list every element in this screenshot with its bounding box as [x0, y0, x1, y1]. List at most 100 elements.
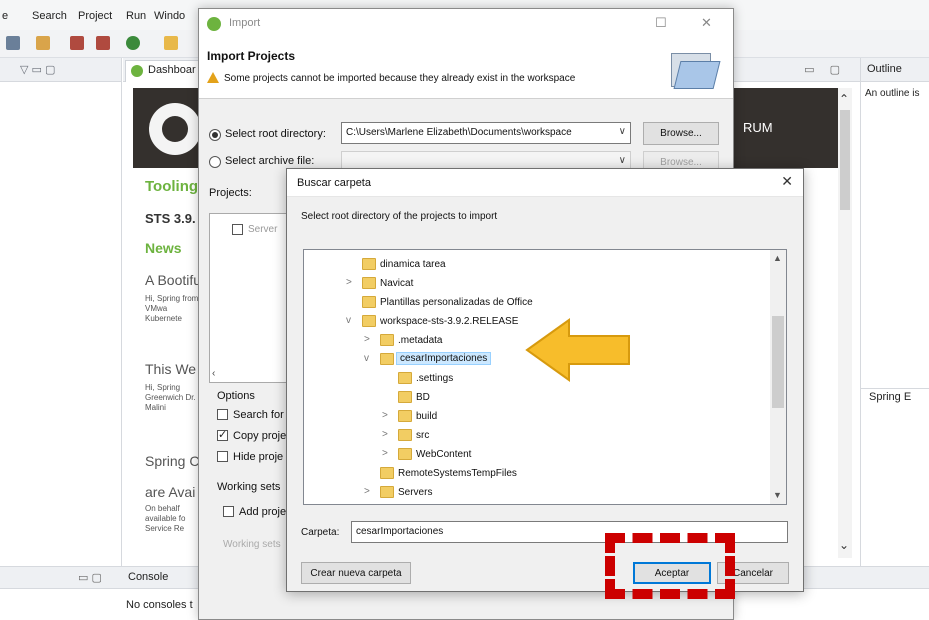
panel-controls[interactable]: ▭ ▢: [78, 571, 102, 584]
chevron-right-icon[interactable]: >: [346, 277, 356, 288]
search-nested-label: Search for: [233, 409, 284, 421]
tree-item-label: BD: [416, 392, 430, 403]
highlight-arrow-icon: [525, 318, 630, 382]
projects-label: Projects:: [209, 187, 252, 199]
menu-item-run[interactable]: Run: [126, 10, 146, 22]
tree-item-bd[interactable]: BD: [304, 389, 770, 407]
tree-item-dinamica-tarea[interactable]: dinamica tarea: [304, 256, 770, 274]
folder-icon: [398, 372, 412, 384]
news-heading: News: [145, 240, 182, 256]
chevron-right-icon[interactable]: >: [364, 334, 374, 345]
folder-wizard-icon: [667, 47, 721, 91]
new-icon[interactable]: [6, 36, 20, 50]
scroll-up-icon[interactable]: ⌃: [839, 92, 849, 106]
folder-icon: [398, 429, 412, 441]
working-sets-field-label: Working sets: [223, 539, 281, 550]
scroll-down-icon[interactable]: ▼: [773, 490, 782, 500]
tree-item-navicat[interactable]: > Navicat: [304, 275, 770, 293]
folder-icon: [380, 334, 394, 346]
tree-item-build[interactable]: > build: [304, 408, 770, 426]
tab-dashboard[interactable]: Dashboar: [125, 60, 205, 82]
chevron-down-icon[interactable]: v: [364, 353, 374, 364]
options-label: Options: [217, 390, 255, 402]
news-item-4[interactable]: are Avai: [145, 484, 195, 500]
news-item-2[interactable]: This We: [145, 361, 196, 377]
search-nested-checkbox[interactable]: [217, 409, 228, 420]
tree-item-servers[interactable]: > Servers: [304, 484, 770, 502]
tree-item-webcontent[interactable]: > WebContent: [304, 446, 770, 464]
tree-item-plantillas[interactable]: Plantillas personalizadas de Office: [304, 294, 770, 312]
spring-icon: [131, 65, 143, 77]
tree-scrollbar[interactable]: ▲ ▼: [770, 250, 786, 504]
scroll-down-icon[interactable]: ⌄: [839, 538, 849, 552]
chevron-right-icon[interactable]: >: [364, 486, 374, 497]
hide-projects-checkbox[interactable]: [217, 451, 228, 462]
maximize-icon[interactable]: ☐: [655, 15, 667, 31]
browse-folder-description: Select root directory of the projects to…: [301, 211, 498, 222]
news-item-1[interactable]: A Bootifu: [145, 272, 201, 288]
tab-outline[interactable]: Outline: [867, 63, 902, 75]
working-sets-label: Working sets: [217, 481, 281, 493]
banner-forum-text[interactable]: RUM: [743, 120, 773, 135]
run-icon[interactable]: [126, 36, 140, 50]
import-heading: Import Projects: [207, 49, 296, 63]
add-to-working-set-label: Add proje: [239, 506, 287, 518]
view-controls[interactable]: ▽ ▭ ▢: [20, 63, 55, 76]
root-directory-combo[interactable]: C:\Users\Marlene Elizabeth\Documents\wor…: [341, 122, 631, 144]
console-message: No consoles t: [126, 599, 193, 611]
chevron-down-icon[interactable]: v: [346, 315, 356, 326]
folder-icon: [398, 448, 412, 460]
package-icon[interactable]: [70, 36, 84, 50]
close-icon[interactable]: ✕: [781, 173, 793, 190]
archive-file-radio[interactable]: [209, 156, 221, 168]
scroll-up-icon[interactable]: ▲: [773, 253, 782, 263]
archive-file-label: Select archive file:: [225, 155, 315, 167]
menu-item-project[interactable]: Project: [78, 10, 112, 22]
tab-console[interactable]: Console: [128, 571, 168, 583]
dashboard-scrollbar[interactable]: ⌃ ⌄: [838, 88, 852, 558]
chevron-right-icon[interactable]: >: [382, 410, 392, 421]
menu-item-window[interactable]: e: [2, 10, 8, 22]
folder-icon: [380, 353, 394, 365]
tree-item-src[interactable]: > src: [304, 427, 770, 445]
outline-message: An outline is: [865, 88, 920, 99]
root-directory-radio[interactable]: [209, 129, 221, 141]
tree-item-label: build: [416, 411, 438, 422]
hide-projects-label: Hide proje: [233, 451, 284, 463]
class-icon[interactable]: [96, 36, 110, 50]
folder-icon: [362, 296, 376, 308]
copy-projects-checkbox[interactable]: [217, 428, 228, 441]
tree-item-label: workspace-sts-3.9.2.RELEASE: [380, 316, 519, 327]
tooling-heading: Tooling: [145, 178, 199, 195]
import-warning: Some projects cannot be imported because…: [224, 73, 576, 84]
browse-root-button[interactable]: Browse...: [643, 122, 719, 145]
menu-item-windo[interactable]: Windo: [154, 10, 185, 22]
chevron-right-icon[interactable]: >: [382, 429, 392, 440]
new-folder-button[interactable]: Crear nueva carpeta: [301, 562, 411, 584]
browse-folder-title: Buscar carpeta: [297, 177, 371, 189]
close-icon[interactable]: ✕: [701, 15, 712, 31]
scroll-left-icon[interactable]: ‹: [212, 368, 215, 379]
folder-icon: [380, 467, 394, 479]
news-item-2-text: Hi, Spring Greenwich Dr. Malini: [145, 383, 196, 412]
open-folder-icon[interactable]: [164, 36, 178, 50]
folder-field-label: Carpeta:: [301, 527, 340, 538]
editor-window-controls[interactable]: ▭ ▢: [804, 63, 846, 76]
project-item[interactable]: Server: [248, 224, 277, 235]
eclipse-icon: [207, 17, 221, 31]
project-checkbox[interactable]: [232, 224, 243, 235]
sts-version[interactable]: STS 3.9.: [145, 211, 196, 226]
tab-spring-explorer[interactable]: Spring E: [869, 391, 911, 403]
news-item-3[interactable]: Spring C: [145, 453, 199, 469]
scroll-thumb[interactable]: [840, 110, 850, 210]
tree-item-label: .metadata: [398, 335, 443, 346]
add-to-working-set-checkbox[interactable]: [223, 506, 234, 517]
tree-scroll-thumb[interactable]: [772, 316, 784, 408]
tree-item-label: WebContent: [416, 449, 472, 460]
tree-item-label: Plantillas personalizadas de Office: [380, 297, 533, 308]
tree-item-label: dinamica tarea: [380, 259, 446, 270]
debug-icon[interactable]: [36, 36, 50, 50]
chevron-right-icon[interactable]: >: [382, 448, 392, 459]
tree-item-remotesystems[interactable]: RemoteSystemsTempFiles: [304, 465, 770, 483]
menu-item-search[interactable]: Search: [32, 10, 67, 22]
